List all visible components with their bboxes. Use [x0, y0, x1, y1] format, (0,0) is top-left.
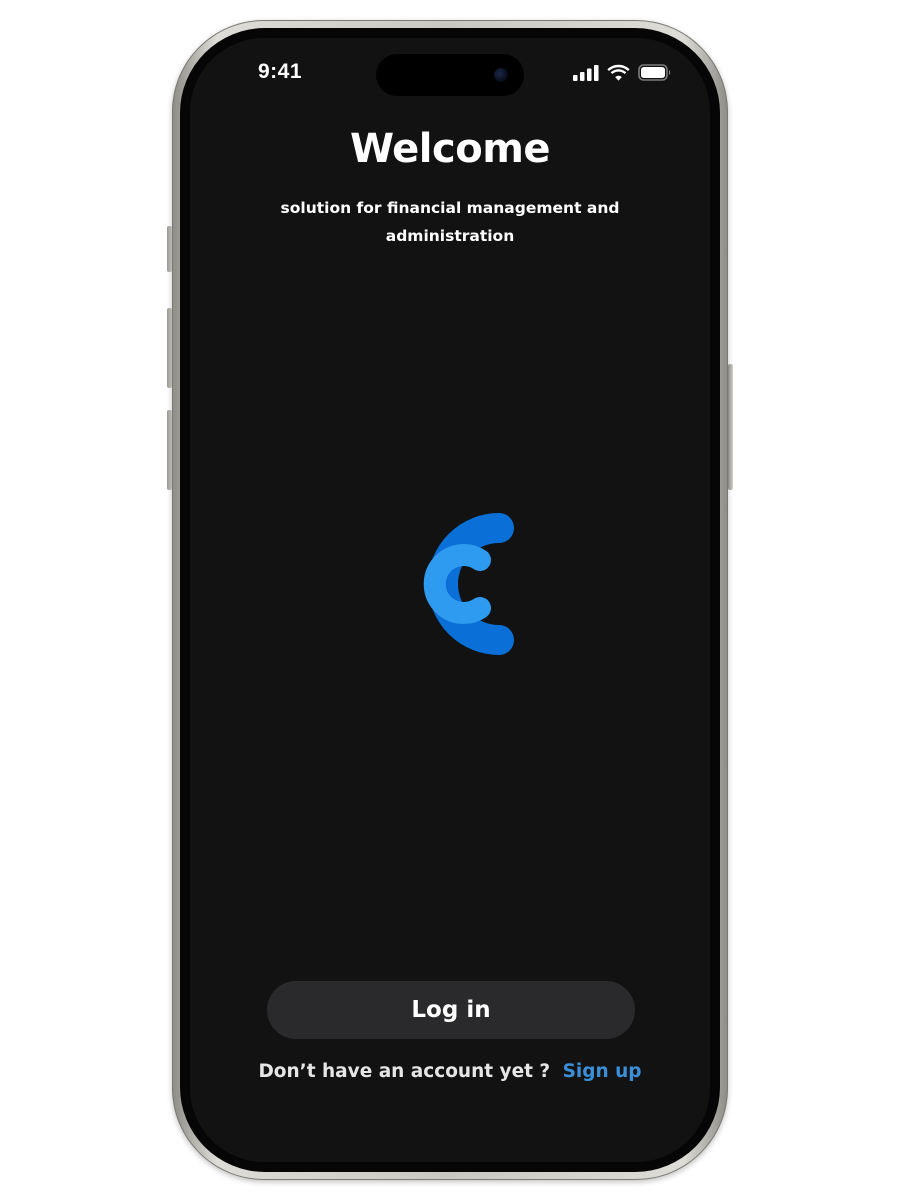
cellular-signal-icon — [573, 64, 599, 81]
signup-prompt: Don’t have an account yet ? — [258, 1061, 551, 1082]
signup-link[interactable]: Sign up — [563, 1061, 642, 1082]
app-logo-icon — [423, 513, 514, 655]
signup-row: Don’t have an account yet ? Sign up — [190, 1061, 710, 1082]
status-time: 9:41 — [258, 60, 303, 83]
wifi-icon — [607, 64, 630, 81]
power-button — [728, 364, 733, 490]
dynamic-island — [376, 54, 524, 96]
device-mockup: 9:41 Welcome solution for financial mana… — [0, 0, 900, 1200]
status-icons — [573, 64, 672, 81]
battery-icon — [638, 64, 671, 81]
camera-icon — [494, 68, 508, 82]
login-button[interactable]: Log in — [267, 981, 635, 1039]
welcome-title: Welcome — [349, 126, 551, 172]
app-screen: 9:41 Welcome solution for financial mana… — [190, 38, 710, 1162]
welcome-subtitle: solution for financial management and ad… — [280, 199, 620, 245]
